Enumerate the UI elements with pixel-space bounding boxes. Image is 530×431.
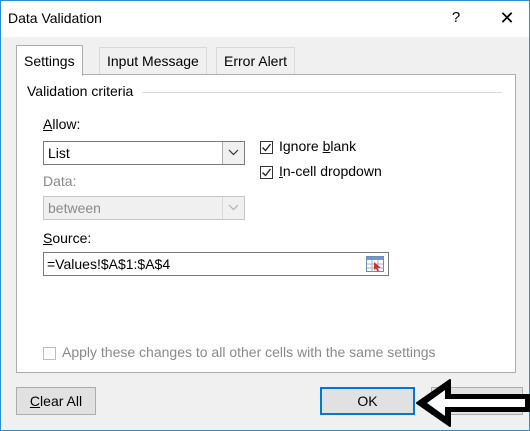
settings-panel: Validation criteria Allow: List Data: be… (16, 74, 516, 373)
help-button[interactable]: ? (441, 3, 471, 33)
source-value: =Values!$A$1:$A$4 (47, 256, 171, 272)
tab-input-message-label: Input Message (107, 53, 199, 69)
ok-button[interactable]: OK (320, 387, 415, 415)
ignore-blank-checkbox[interactable] (260, 141, 273, 154)
close-button[interactable]: ✕ (491, 3, 523, 33)
tab-error-alert[interactable]: Error Alert (216, 47, 296, 74)
allow-dropdown[interactable]: List (43, 141, 245, 165)
apply-all-label: Apply these changes to all other cells w… (62, 344, 436, 360)
clear-all-button[interactable]: Clear All (16, 387, 96, 415)
group-divider (142, 92, 502, 93)
ignore-blank-label: Ignore blank (279, 138, 357, 154)
data-value: between (48, 200, 101, 216)
chevron-down-icon[interactable] (222, 142, 244, 164)
arrow-annotation-icon (416, 379, 530, 427)
tab-settings-label: Settings (24, 53, 75, 69)
range-selector-icon[interactable] (366, 256, 384, 272)
data-label: Data: (43, 173, 77, 189)
source-label: Source: (43, 230, 92, 246)
data-validation-dialog: Data Validation ? ✕ Settings Input Messa… (0, 0, 530, 431)
in-cell-dropdown-label: In-cell dropdown (279, 163, 382, 179)
chevron-down-icon (222, 197, 244, 219)
allow-label: Allow: (43, 116, 81, 132)
tab-settings[interactable]: Settings (16, 45, 83, 76)
source-input[interactable]: =Values!$A$1:$A$4 (43, 252, 389, 276)
tab-error-alert-label: Error Alert (224, 53, 288, 69)
title-bar: Data Validation ? ✕ (1, 1, 529, 37)
data-dropdown[interactable]: between (43, 196, 245, 220)
tab-input-message[interactable]: Input Message (99, 47, 207, 74)
allow-value: List (48, 145, 70, 161)
validation-criteria-label: Validation criteria (27, 83, 140, 99)
apply-all-checkbox[interactable] (43, 347, 56, 360)
dialog-title: Data Validation (8, 10, 102, 26)
in-cell-dropdown-checkbox[interactable] (260, 166, 273, 179)
